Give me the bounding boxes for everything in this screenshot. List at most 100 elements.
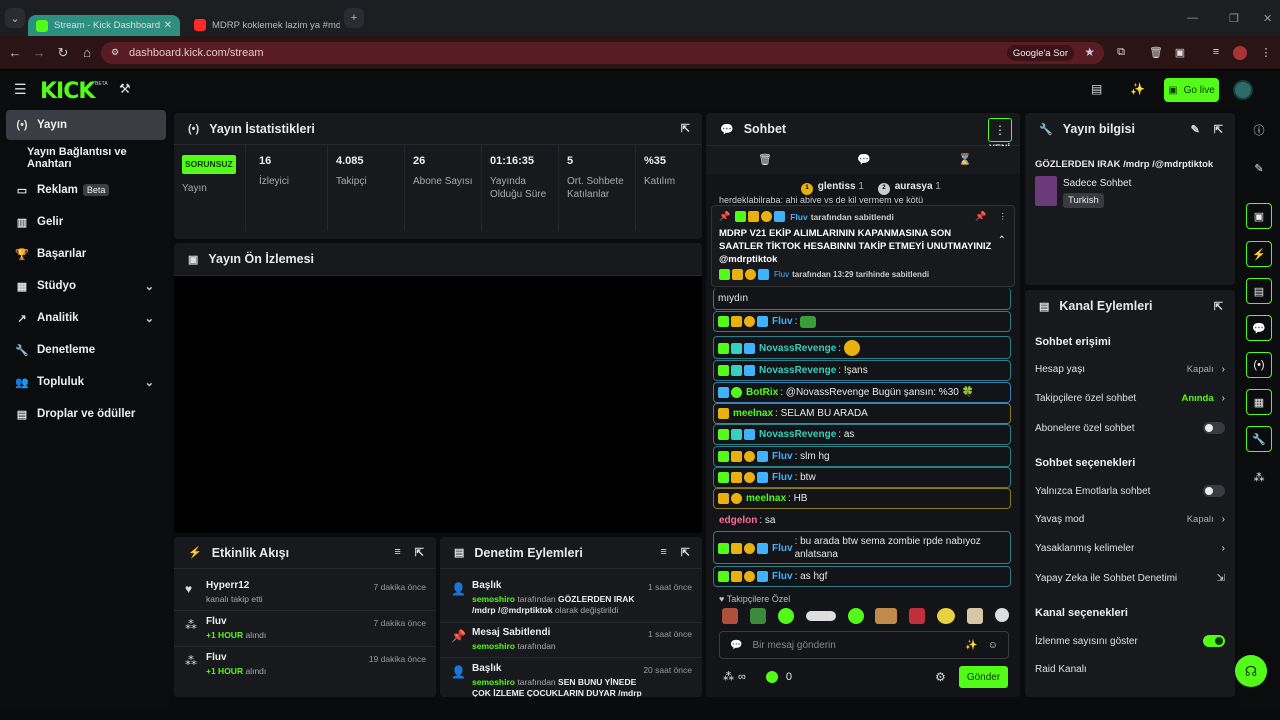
emote-icon[interactable] (994, 608, 1009, 622)
show-viewers-toggle[interactable] (1203, 635, 1225, 647)
emote-icon[interactable] (967, 608, 983, 624)
chat-icon[interactable]: 💬 (1246, 315, 1272, 341)
ask-google-button[interactable]: Google'a Sor (1006, 45, 1074, 61)
hammer-icon[interactable]: ⚒ (119, 81, 131, 97)
channel-icon[interactable]: ▦ (1246, 389, 1272, 415)
emote-icon[interactable] (777, 608, 794, 624)
unpin-icon[interactable]: 📌 (975, 211, 986, 222)
info-icon[interactable]: ⓘ (1246, 117, 1272, 143)
filter-icon[interactable]: ≡ (660, 546, 666, 559)
chat-message[interactable]: BotRix: @NovassRevenge Bugün şansın: %30… (713, 382, 1011, 403)
send-button[interactable]: Gönder (959, 666, 1008, 688)
popout-icon[interactable]: ⇱ (1214, 300, 1223, 313)
hamburger-menu-icon[interactable]: ☰ (14, 81, 27, 98)
chat-bubble-icon[interactable]: 💬 (857, 153, 871, 166)
url-field[interactable]: ⚙ dashboard.kick.com/stream Google'a Sor… (101, 42, 1104, 64)
avatar[interactable] (1233, 80, 1253, 100)
kick-logo[interactable]: KICK (40, 79, 95, 104)
pinned-footer-user[interactable]: Fluv (774, 270, 789, 279)
chat-message[interactable]: meelnax: HB (713, 488, 1011, 509)
back-icon[interactable]: ← (7, 45, 23, 60)
chat-username[interactable]: Fluv (772, 450, 793, 463)
chat-message[interactable]: NovassRevenge: !şans (713, 360, 1011, 381)
chat-message[interactable]: edgelon: sa (713, 510, 1011, 530)
extension-icon[interactable]: ⧉ (1114, 46, 1128, 60)
chat-username[interactable]: Fluv (772, 471, 793, 484)
tab-stream-dashboard[interactable]: Stream - Kick Dashboard ✕ (28, 15, 180, 36)
chat-username[interactable]: Fluv (772, 570, 793, 583)
emote-icon[interactable] (805, 611, 836, 621)
emoji-icon[interactable]: ☺ (988, 640, 998, 651)
chat-message[interactable]: Fluv: slm hg (713, 446, 1011, 467)
top-chatter[interactable]: 2 aurasya 1 (877, 181, 941, 195)
chat-username[interactable]: Fluv (772, 542, 793, 555)
sidebar-item-stream-key[interactable]: Yayın Bağlantısı ve Anahtarı (6, 143, 166, 173)
chat-username[interactable]: BotRix (746, 386, 778, 399)
bolt-icon[interactable]: ⚡ (1246, 241, 1272, 267)
chat-message[interactable]: Fluv: btw (713, 467, 1011, 488)
forward-icon[interactable]: → (31, 45, 47, 60)
raid-row[interactable]: Raid Kanalı (1035, 664, 1225, 675)
followers-chat-row[interactable]: Takipçilere özel sohbet Anında › (1035, 393, 1225, 404)
sidebar-item-gelir[interactable]: ▥ Gelir (6, 207, 166, 237)
chat-username[interactable]: Fluv (772, 315, 793, 328)
profile-icon[interactable] (1233, 46, 1247, 60)
edit-icon[interactable]: ✎ (1191, 123, 1200, 136)
collapse-chevron-icon[interactable]: ⌃ (998, 235, 1006, 246)
go-live-button[interactable]: ▣ Go live (1164, 78, 1219, 102)
magic-icon[interactable]: ✨ (1130, 82, 1145, 96)
playlist-icon[interactable]: ≡ (1209, 46, 1223, 60)
sidebar-item-reklam[interactable]: ▭ Reklam Beta (6, 175, 166, 205)
chat-username[interactable]: NovassRevenge (759, 364, 836, 377)
reload-icon[interactable]: ↻ (55, 45, 71, 61)
edit-icon[interactable]: ✎ (1246, 155, 1272, 181)
popout-icon[interactable]: ⇱ (415, 546, 424, 559)
trash-icon[interactable]: 🗑 (758, 153, 772, 166)
ai-moderation-row[interactable]: Yapay Zeka ile Sohbet Denetimi ⇲ (1035, 573, 1225, 584)
sidebar-item-studyo[interactable]: ▦ Stüdyo ⌄ (6, 271, 166, 301)
emotes-only-toggle[interactable] (1203, 485, 1225, 497)
category-name[interactable]: Sadece Sohbet (1063, 178, 1131, 189)
dots-vertical-icon[interactable]: ⋮ (999, 211, 1008, 222)
wrench-icon[interactable]: 🔧 (1246, 426, 1272, 452)
chat-username[interactable]: NovassRevenge (759, 342, 836, 355)
top-chatter[interactable]: 1 glentiss 1 (801, 181, 864, 195)
emote-icon[interactable] (875, 608, 898, 624)
bookmark-star-icon[interactable]: ★ (1084, 45, 1095, 59)
magic-icon[interactable]: ✨ (965, 640, 977, 651)
translate-extension-icon[interactable]: ▣ (1173, 46, 1187, 60)
popout-icon[interactable]: ⇱ (681, 546, 690, 559)
close-tab-icon[interactable]: ✕ (164, 20, 172, 31)
chat-username[interactable]: meelnax (733, 407, 773, 420)
broadcast-icon[interactable]: (•) (1246, 352, 1272, 378)
sidebar-item-yayin[interactable]: (•) Yayın (6, 110, 166, 140)
menu-dots-icon[interactable]: ⋮ (1259, 46, 1273, 60)
emote-icon[interactable] (847, 608, 864, 624)
banned-words-row[interactable]: Yasaklanmış kelimeler › (1035, 543, 1225, 554)
minimize-icon[interactable]: — (1187, 12, 1198, 24)
popout-icon[interactable]: ⇱ (681, 122, 690, 135)
chat-username[interactable]: meelnax (746, 492, 786, 505)
account-age-row[interactable]: Hesap yaşı Kapalı › (1035, 364, 1225, 375)
home-icon[interactable]: ⌂ (79, 45, 95, 60)
chat-input[interactable]: 💬 Bir mesaj gönderin ✨ ☺ (719, 631, 1009, 659)
sidebar-item-droplar[interactable]: ▤ Droplar ve ödüller (6, 399, 166, 429)
stats-widget-icon[interactable]: ▣ (1246, 203, 1272, 229)
chat-username[interactable]: edgelon (719, 514, 757, 527)
site-info-icon[interactable]: ⚙ (111, 47, 123, 59)
maximize-icon[interactable]: ❐ (1229, 12, 1239, 25)
emote-icon[interactable] (937, 608, 956, 624)
sidebar-item-denetleme[interactable]: 🔧 Denetleme (6, 335, 166, 365)
filter-icon[interactable]: ≡ (394, 546, 400, 559)
settings-icon[interactable]: ⚙ (935, 670, 946, 684)
sidebar-item-basarilar[interactable]: 🏆 Başarılar (6, 239, 166, 269)
emote-icon[interactable] (749, 608, 766, 624)
emote-icon[interactable] (909, 608, 926, 624)
sidebar-item-topluluk[interactable]: 👥 Topluluk ⌄ (6, 367, 166, 397)
chat-message[interactable]: NovassRevenge: as (713, 424, 1011, 445)
chat-username[interactable]: NovassRevenge (759, 428, 836, 441)
close-window-icon[interactable]: ✕ (1263, 12, 1272, 25)
points-icon[interactable]: ⁂ (1246, 464, 1272, 490)
tab-search-icon[interactable]: ⌄ (5, 8, 25, 28)
chat-message[interactable]: mıydın (713, 288, 1011, 310)
